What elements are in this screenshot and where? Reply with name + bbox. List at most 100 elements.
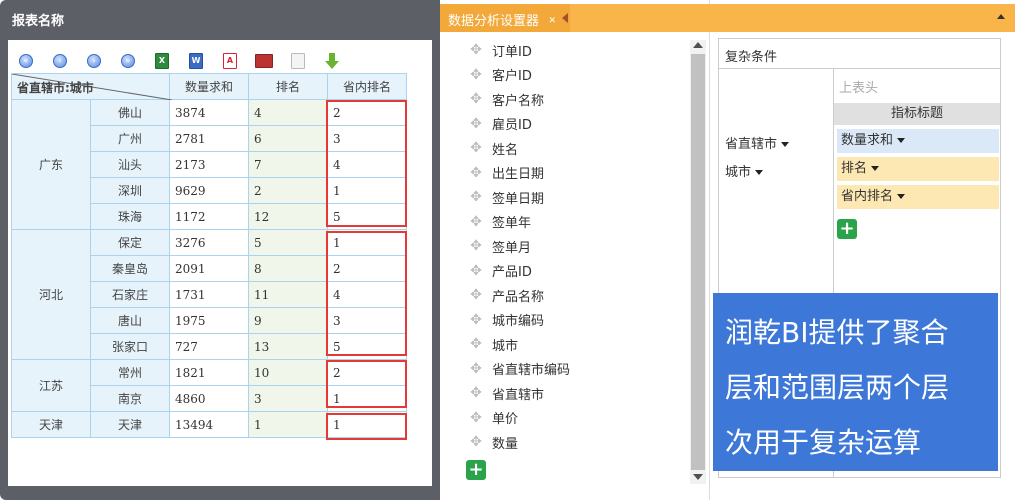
rank-cell: 12 — [248, 203, 328, 230]
report-grid: 省直辖市:城市 数量求和 排名 省内排名 广东 佛山 3874 4 2 广州 2… — [11, 73, 407, 438]
field-item[interactable]: ✥ 城市编码 — [468, 308, 570, 333]
collapse-up-icon[interactable] — [997, 14, 1005, 19]
field-label: 产品ID — [492, 265, 532, 281]
next-page-button[interactable]: › — [82, 51, 106, 71]
move-icon: ✥ — [470, 164, 482, 181]
download-button[interactable] — [320, 51, 344, 71]
metric-chip-prov-rank[interactable]: 省内排名 — [837, 185, 999, 209]
field-item[interactable]: ✥ 省直辖市 — [468, 381, 570, 406]
move-icon: ✥ — [470, 287, 482, 304]
move-icon: ✥ — [470, 42, 482, 59]
tab-data-analysis-settings[interactable]: 数据分析设置器 ✕ — [440, 4, 572, 32]
sum-cell: 1172 — [169, 203, 249, 230]
print-button[interactable] — [252, 51, 276, 71]
first-page-button[interactable]: « — [14, 51, 38, 71]
move-icon: ✥ — [470, 311, 482, 328]
field-label: 单价 — [492, 412, 519, 428]
word-export-icon: W — [189, 53, 203, 69]
table-row: 江苏 常州 1821 10 2 — [11, 359, 407, 412]
move-icon: ✥ — [470, 385, 482, 402]
field-label: 出生日期 — [492, 167, 545, 183]
caption-line: 润乾BI提供了聚合 — [725, 316, 949, 349]
prov-rank-cell: 1 — [327, 385, 407, 412]
field-item[interactable]: ✥ 签单日期 — [468, 185, 570, 210]
metric-label: 数量求和 — [841, 133, 894, 148]
field-item[interactable]: ✥ 单价 — [468, 406, 570, 431]
scroll-down-icon[interactable] — [693, 474, 703, 480]
move-icon: ✥ — [470, 140, 482, 157]
rank-cell: 8 — [248, 255, 328, 282]
field-item[interactable]: ✥ 姓名 — [468, 136, 570, 161]
move-icon: ✥ — [470, 115, 482, 132]
row-dimension-province[interactable]: 省直辖市 — [725, 133, 790, 152]
rank-cell: 6 — [248, 125, 328, 152]
field-item[interactable]: ✥ 客户ID — [468, 63, 570, 88]
field-item[interactable]: ✥ 省直辖市编码 — [468, 357, 570, 382]
metric-label: 省内排名 — [841, 189, 894, 204]
sum-cell: 1975 — [169, 307, 249, 334]
field-item[interactable]: ✥ 签单月 — [468, 234, 570, 259]
rank-cell: 2 — [248, 177, 328, 204]
caption-overlay: 润乾BI提供了聚合 层和范围层两个层 次用于复杂运算 — [713, 293, 998, 471]
sum-cell: 2173 — [169, 151, 249, 178]
rank-cell: 9 — [248, 307, 328, 334]
scroll-up-icon[interactable] — [693, 42, 703, 48]
province-cell: 天津 — [11, 411, 91, 438]
rank-column-header[interactable]: 排名 — [248, 73, 328, 100]
sum-column-header[interactable]: 数量求和 — [169, 73, 249, 100]
sum-cell: 1731 — [169, 281, 249, 308]
field-list-scrollbar[interactable] — [690, 40, 706, 484]
text-export-button[interactable] — [286, 51, 310, 71]
field-item[interactable]: ✥ 客户名称 — [468, 87, 570, 112]
rank-cell: 13 — [248, 333, 328, 360]
move-icon: ✥ — [470, 434, 482, 451]
metric-label: 排名 — [841, 161, 868, 176]
add-field-button[interactable]: + — [466, 460, 486, 480]
field-item[interactable]: ✥ 签单年 — [468, 210, 570, 235]
prov-rank-cell: 2 — [327, 359, 407, 386]
field-label: 签单日期 — [492, 191, 545, 207]
table-row: 广东 佛山 3874 4 2 — [11, 99, 407, 230]
sum-cell: 2781 — [169, 125, 249, 152]
rank-cell: 1 — [248, 411, 328, 438]
field-item[interactable]: ✥ 城市 — [468, 332, 570, 357]
field-item[interactable]: ✥ 产品名称 — [468, 283, 570, 308]
add-metric-button[interactable]: + — [837, 219, 857, 239]
row-dimension-city[interactable]: 城市 — [725, 161, 764, 180]
sum-cell: 1821 — [169, 359, 249, 386]
prov-rank-cell: 2 — [327, 255, 407, 282]
pdf-export-button[interactable]: A — [218, 51, 242, 71]
text-export-icon — [291, 53, 305, 69]
field-item[interactable]: ✥ 订单ID — [468, 38, 570, 63]
field-item[interactable]: ✥ 出生日期 — [468, 161, 570, 186]
city-cell: 南京 — [90, 385, 170, 412]
sum-cell: 2091 — [169, 255, 249, 282]
upper-header-placeholder[interactable]: 上表头 — [839, 77, 878, 96]
first-page-icon: « — [19, 54, 33, 68]
print-icon — [255, 54, 273, 68]
city-cell: 汕头 — [90, 151, 170, 178]
scroll-thumb[interactable] — [691, 54, 705, 470]
move-icon: ✥ — [470, 238, 482, 255]
city-cell: 秦皇岛 — [90, 255, 170, 282]
field-label: 姓名 — [492, 142, 519, 158]
metric-chip-sum[interactable]: 数量求和 — [837, 129, 999, 153]
field-item[interactable]: ✥ 数量 — [468, 430, 570, 455]
word-export-button[interactable]: W — [184, 51, 208, 71]
excel-export-button[interactable]: X — [150, 51, 174, 71]
prov-rank-cell: 3 — [327, 307, 407, 334]
prev-page-button[interactable]: ‹ — [48, 51, 72, 71]
province-cell: 广东 — [11, 99, 91, 230]
metric-chip-rank[interactable]: 排名 — [837, 157, 999, 181]
field-item[interactable]: ✥ 雇员ID — [468, 112, 570, 137]
field-label: 订单ID — [492, 44, 532, 60]
field-label: 客户ID — [492, 69, 532, 85]
last-page-button[interactable]: » — [116, 51, 140, 71]
excel-export-icon: X — [155, 53, 169, 69]
close-icon[interactable]: ✕ — [548, 16, 556, 26]
sum-cell: 3276 — [169, 229, 249, 256]
report-title: 报表名称 — [12, 14, 65, 29]
prov-rank-column-header[interactable]: 省内排名 — [327, 73, 407, 100]
collapse-left-icon[interactable] — [562, 13, 568, 23]
field-item[interactable]: ✥ 产品ID — [468, 259, 570, 284]
